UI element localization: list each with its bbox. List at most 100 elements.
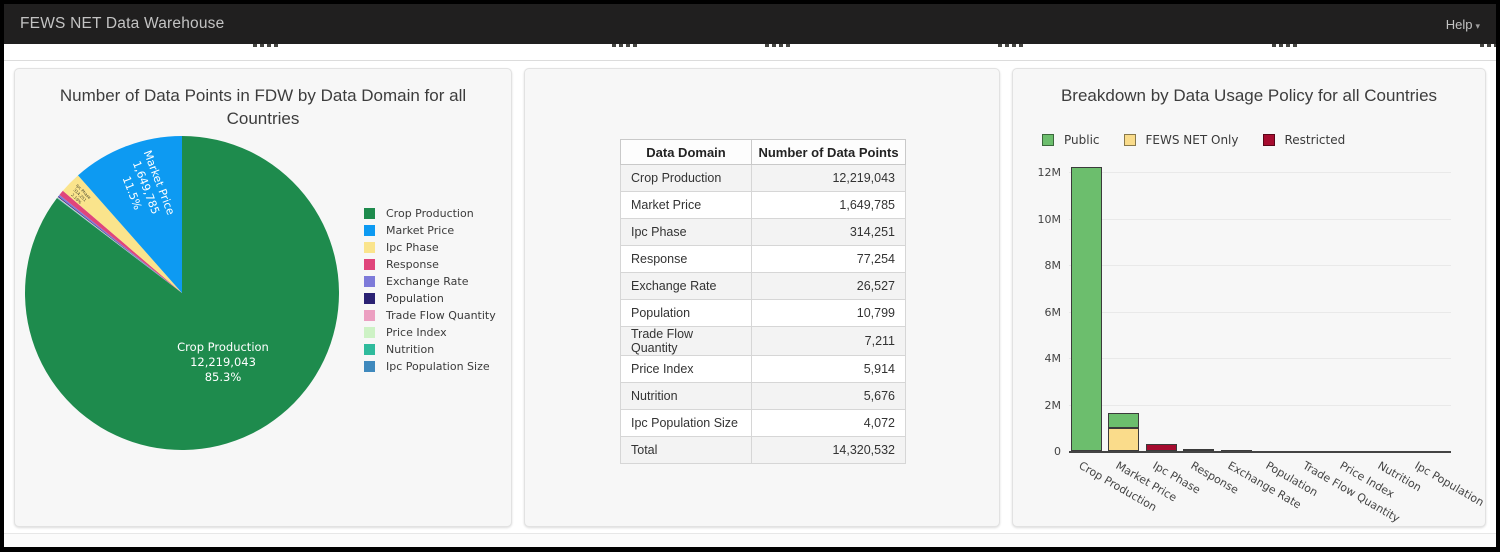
legend-item-exchange-rate[interactable]: Exchange Rate — [364, 273, 496, 290]
clipped-tick-fragment — [1272, 44, 1298, 47]
chevron-down-icon: ▾ — [1475, 21, 1480, 31]
cell-count: 1,649,785 — [752, 192, 906, 219]
help-menu[interactable]: Help▾ — [1446, 17, 1480, 32]
legend-item-market-price[interactable]: Market Price — [364, 222, 496, 239]
legend-item-restricted[interactable]: Restricted — [1263, 133, 1346, 147]
legend-swatch — [1124, 134, 1136, 146]
gridline — [1069, 219, 1451, 220]
gridline — [1069, 265, 1451, 266]
divider — [4, 60, 1496, 61]
clipped-tick-fragment — [253, 44, 279, 47]
y-tick-label: 0 — [1013, 445, 1061, 458]
legend-item-population[interactable]: Population — [364, 290, 496, 307]
footer-strip — [4, 533, 1496, 547]
app-title: FEWS NET Data Warehouse — [20, 15, 224, 33]
legend-swatch — [364, 293, 375, 304]
cell-domain: Nutrition — [621, 383, 752, 410]
table-row: Population10,799 — [621, 300, 906, 327]
bar-ipc-phase-restricted[interactable] — [1146, 444, 1177, 451]
data-domain-table: Data DomainNumber of Data PointsCrop Pro… — [620, 139, 906, 464]
legend-swatch — [1042, 134, 1054, 146]
clipped-tick-fragment — [612, 44, 638, 47]
legend-item-public[interactable]: Public — [1042, 133, 1100, 147]
y-tick-label: 12M — [1013, 166, 1061, 179]
pie-chart: Crop Production 12,219,043 85.3% Market … — [25, 136, 339, 450]
table-row: Total14,320,532 — [621, 437, 906, 464]
legend-label: Crop Production — [386, 207, 474, 220]
legend-label: Ipc Phase — [386, 241, 439, 254]
legend-label: Restricted — [1285, 133, 1346, 147]
gridline — [1069, 405, 1451, 406]
cell-domain: Ipc Population Size — [621, 410, 752, 437]
bar-legend: Public FEWS NET Only Restricted — [1042, 133, 1369, 147]
cell-count: 7,211 — [752, 327, 906, 356]
cell-count: 4,072 — [752, 410, 906, 437]
gridline — [1069, 358, 1451, 359]
column-header: Number of Data Points — [752, 140, 906, 165]
bar-market-price-fews-net-only[interactable] — [1108, 428, 1139, 451]
cell-domain: Exchange Rate — [621, 273, 752, 300]
legend-label: Public — [1064, 133, 1100, 147]
y-tick-label: 6M — [1013, 306, 1061, 319]
legend-label: Response — [386, 258, 439, 271]
legend-item-price-index[interactable]: Price Index — [364, 324, 496, 341]
cell-count: 10,799 — [752, 300, 906, 327]
legend-item-fews-net-only[interactable]: FEWS NET Only — [1124, 133, 1239, 147]
table-card: Data DomainNumber of Data PointsCrop Pro… — [524, 68, 1000, 527]
legend-item-nutrition[interactable]: Nutrition — [364, 341, 496, 358]
cell-domain: Price Index — [621, 356, 752, 383]
legend-item-response[interactable]: Response — [364, 256, 496, 273]
legend-swatch — [364, 310, 375, 321]
clipped-tick-fragment — [765, 44, 791, 47]
table-row: Ipc Population Size4,072 — [621, 410, 906, 437]
legend-label: FEWS NET Only — [1146, 133, 1239, 147]
bar-crop-production-public[interactable] — [1071, 167, 1102, 451]
y-tick-label: 8M — [1013, 259, 1061, 272]
pie-legend: Crop Production Market Price Ipc Phase Resp… — [364, 205, 496, 375]
cell-domain: Response — [621, 246, 752, 273]
cell-domain: Market Price — [621, 192, 752, 219]
page-content: Number of Data Points in FDW by Data Dom… — [4, 44, 1496, 547]
cell-domain: Crop Production — [621, 165, 752, 192]
cell-count: 14,320,532 — [752, 437, 906, 464]
legend-label: Ipc Population Size — [386, 360, 490, 373]
top-navbar: FEWS NET Data Warehouse Help▾ — [4, 4, 1496, 44]
y-tick-label: 10M — [1013, 213, 1061, 226]
clipped-tick-fragment — [998, 44, 1024, 47]
cell-domain: Total — [621, 437, 752, 464]
app-window: FEWS NET Data Warehouse Help▾ Number of … — [0, 0, 1500, 552]
legend-item-crop-production[interactable]: Crop Production — [364, 205, 496, 222]
y-tick-label: 4M — [1013, 352, 1061, 365]
legend-label: Market Price — [386, 224, 454, 237]
bar-chart: PublicFEWS NET OnlyRestricted 02M4M6M8M1… — [1013, 69, 1486, 527]
legend-item-ipc-phase[interactable]: Ipc Phase — [364, 239, 496, 256]
table-row: Market Price1,649,785 — [621, 192, 906, 219]
pie-card: Number of Data Points in FDW by Data Dom… — [14, 68, 512, 527]
cell-count: 5,914 — [752, 356, 906, 383]
legend-label: Price Index — [386, 326, 447, 339]
legend-swatch — [364, 225, 375, 236]
table-row: Nutrition5,676 — [621, 383, 906, 410]
table-row: Price Index5,914 — [621, 356, 906, 383]
legend-swatch — [364, 327, 375, 338]
cell-count: 5,676 — [752, 383, 906, 410]
legend-swatch — [364, 208, 375, 219]
cell-domain: Population — [621, 300, 752, 327]
cell-count: 26,527 — [752, 273, 906, 300]
legend-label: Nutrition — [386, 343, 434, 356]
table-row: Exchange Rate26,527 — [621, 273, 906, 300]
bar-card: Breakdown by Data Usage Policy for all C… — [1012, 68, 1486, 527]
legend-swatch — [364, 259, 375, 270]
legend-item-trade-flow-quantity[interactable]: Trade Flow Quantity — [364, 307, 496, 324]
table-row: Trade Flow Quantity7,211 — [621, 327, 906, 356]
cell-count: 314,251 — [752, 219, 906, 246]
table-row: Response77,254 — [621, 246, 906, 273]
x-tick-label: Ipc Population Size — [1413, 459, 1486, 522]
column-header: Data Domain — [621, 140, 752, 165]
clipped-tick-fragment — [1480, 44, 1496, 47]
legend-swatch — [364, 344, 375, 355]
bar-market-price-public[interactable] — [1108, 413, 1139, 428]
legend-label: Population — [386, 292, 444, 305]
legend-label: Trade Flow Quantity — [386, 309, 496, 322]
legend-item-ipc-population-size[interactable]: Ipc Population Size — [364, 358, 496, 375]
